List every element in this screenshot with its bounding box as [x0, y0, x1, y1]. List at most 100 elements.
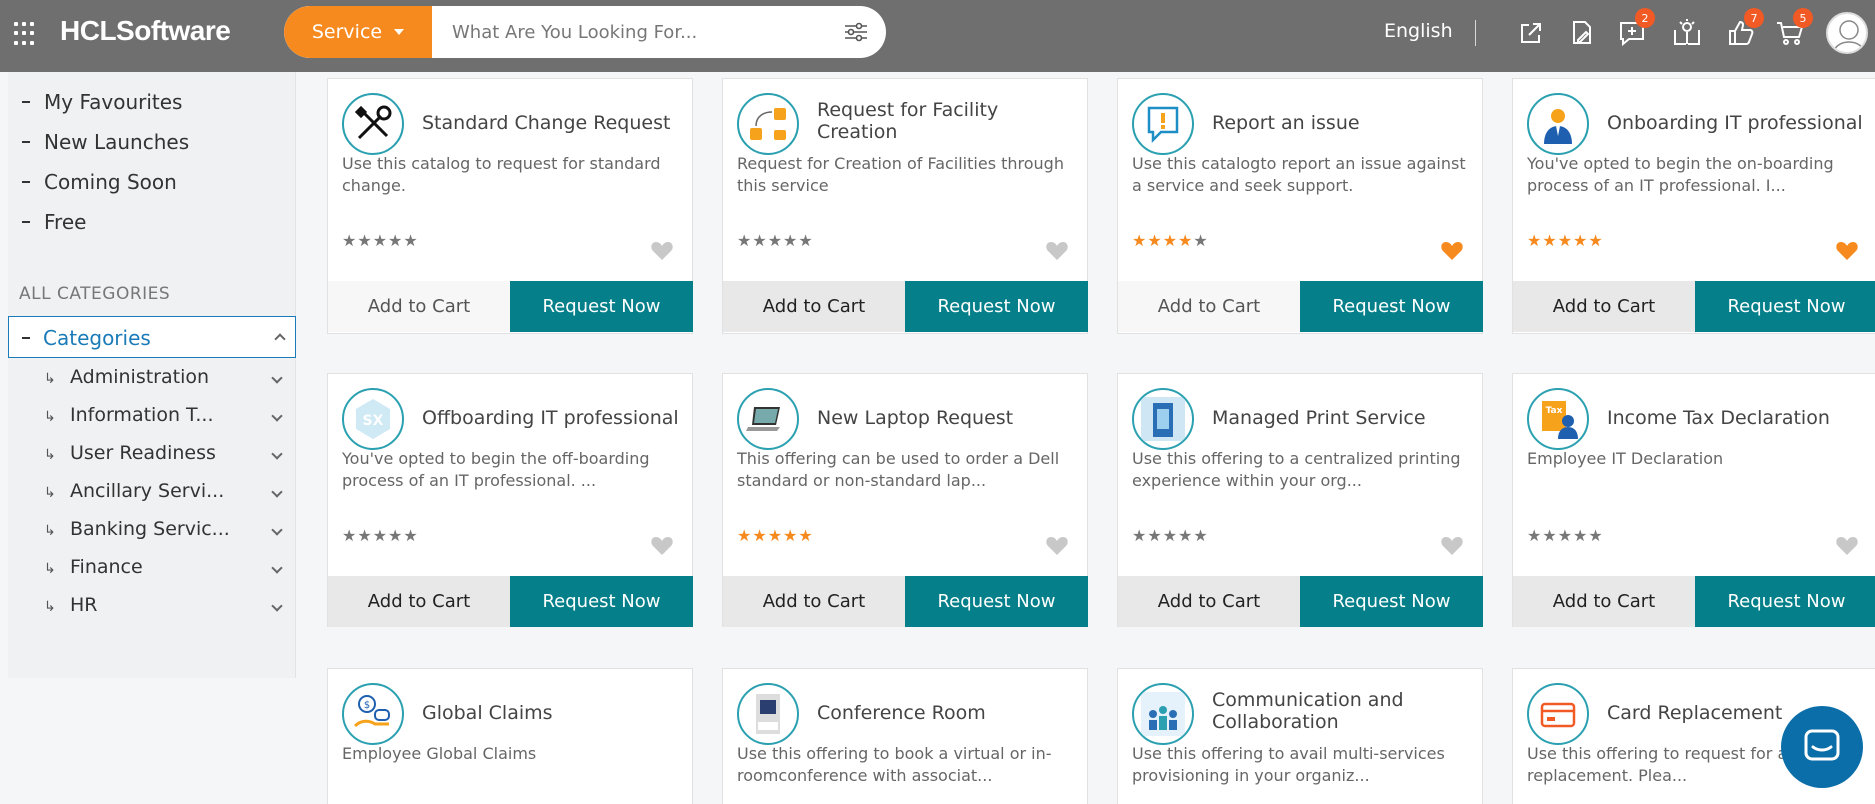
new-request-button[interactable]: 2: [1617, 8, 1655, 48]
rating-stars[interactable]: ★★★★★: [1132, 231, 1209, 250]
favourite-heart-icon[interactable]: [1835, 239, 1859, 261]
card-title[interactable]: Offboarding IT professional: [422, 407, 682, 429]
catalog-card[interactable]: $ Global Claims Employee Global Claims: [327, 668, 693, 804]
favourite-heart-icon[interactable]: [1440, 239, 1464, 261]
idea-book-icon[interactable]: [1672, 18, 1702, 48]
category-user-readiness[interactable]: ↳ User Readiness: [44, 442, 216, 464]
add-to-cart-button[interactable]: Add to Cart: [1513, 281, 1695, 332]
print-icon: [1132, 388, 1194, 450]
request-now-button[interactable]: Request Now: [1300, 281, 1483, 332]
catalog-card[interactable]: Standard Change Request Use this catalog…: [327, 78, 693, 334]
card-title[interactable]: Standard Change Request: [422, 112, 682, 134]
favourite-heart-icon[interactable]: [1045, 534, 1069, 556]
request-now-button[interactable]: Request Now: [905, 281, 1088, 332]
rating-stars[interactable]: ★★★★★: [1132, 526, 1209, 545]
logo[interactable]: HCLSoftware: [60, 15, 231, 47]
all-categories-heading: ALL CATEGORIES: [19, 284, 171, 304]
user-avatar[interactable]: [1826, 12, 1868, 54]
top-bar: HCLSoftware Service English 2 7: [0, 0, 1875, 72]
dash-icon: [22, 337, 30, 339]
sidebar-link-free[interactable]: Free: [22, 210, 86, 234]
chevron-down-icon[interactable]: [271, 486, 283, 498]
add-to-cart-button[interactable]: Add to Cart: [1118, 281, 1300, 332]
request-now-button[interactable]: Request Now: [1695, 576, 1875, 627]
catalog-card[interactable]: Communication and Collaboration Use this…: [1117, 668, 1483, 804]
sidebar-link-favourites[interactable]: My Favourites: [22, 90, 182, 114]
external-link-icon[interactable]: [1516, 18, 1546, 48]
add-to-cart-button[interactable]: Add to Cart: [1513, 576, 1695, 627]
cart-button[interactable]: 5: [1775, 8, 1813, 48]
sidebar-link-coming-soon[interactable]: Coming Soon: [22, 170, 177, 194]
catalog-card[interactable]: Conference Room Use this offering to boo…: [722, 668, 1088, 804]
catalog-card[interactable]: Request for Facility Creation Request fo…: [722, 78, 1088, 334]
sub-arrow-icon: ↳: [44, 561, 56, 577]
card-title[interactable]: Conference Room: [817, 702, 1077, 724]
sidebar: My Favourites New Launches Coming Soon F…: [8, 72, 296, 678]
chevron-down-icon[interactable]: [271, 372, 283, 384]
tax-icon: Tax: [1527, 388, 1589, 450]
search-bar: Service: [284, 6, 886, 58]
category-ancillary-services[interactable]: ↳ Ancillary Servi...: [44, 480, 224, 502]
add-to-cart-button[interactable]: Add to Cart: [328, 281, 510, 332]
chat-button[interactable]: [1781, 706, 1863, 788]
card-title[interactable]: Request for Facility Creation: [817, 99, 1077, 143]
favourite-heart-icon[interactable]: [1835, 534, 1859, 556]
rating-stars[interactable]: ★★★★★: [342, 231, 419, 250]
rating-stars[interactable]: ★★★★★: [1527, 526, 1604, 545]
chevron-down-icon[interactable]: [271, 410, 283, 422]
card-description: You've opted to begin the off-boarding p…: [342, 449, 650, 490]
categories-label: Categories: [43, 326, 151, 350]
catalog-card[interactable]: New Laptop Request This offering can be …: [722, 373, 1088, 627]
add-to-cart-button[interactable]: Add to Cart: [723, 281, 905, 332]
add-to-cart-button[interactable]: Add to Cart: [328, 576, 510, 627]
category-banking-services[interactable]: ↳ Banking Servic...: [44, 518, 230, 540]
category-information-technology[interactable]: ↳ Information T...: [44, 404, 214, 426]
catalog-card[interactable]: Onboarding IT professional You've opted …: [1512, 78, 1875, 334]
card-title[interactable]: New Laptop Request: [817, 407, 1077, 429]
catalog-card[interactable]: Managed Print Service Use this offering …: [1117, 373, 1483, 627]
filter-icon[interactable]: [844, 22, 868, 42]
category-finance[interactable]: ↳ Finance: [44, 556, 143, 578]
service-dropdown[interactable]: Service: [284, 6, 432, 58]
sidebar-link-new-launches[interactable]: New Launches: [22, 130, 189, 154]
favourite-heart-icon[interactable]: [1440, 534, 1464, 556]
chevron-down-icon[interactable]: [271, 524, 283, 536]
search-input[interactable]: [452, 19, 822, 45]
request-now-button[interactable]: Request Now: [1300, 576, 1483, 627]
favourite-heart-icon[interactable]: [650, 534, 674, 556]
request-now-button[interactable]: Request Now: [1695, 281, 1875, 332]
card-title[interactable]: Income Tax Declaration: [1607, 407, 1867, 429]
app-grid-icon[interactable]: [14, 22, 38, 46]
request-now-button[interactable]: Request Now: [905, 576, 1088, 627]
rating-stars[interactable]: ★★★★★: [737, 231, 814, 250]
chevron-down-icon[interactable]: [271, 562, 283, 574]
favourite-heart-icon[interactable]: [1045, 239, 1069, 261]
add-to-cart-button[interactable]: Add to Cart: [723, 576, 905, 627]
card-title[interactable]: Managed Print Service: [1212, 407, 1472, 429]
card-title[interactable]: Communication and Collaboration: [1212, 689, 1472, 733]
request-now-button[interactable]: Request Now: [510, 281, 693, 332]
chevron-up-icon: [274, 333, 286, 345]
add-to-cart-button[interactable]: Add to Cart: [1118, 576, 1300, 627]
categories-toggle[interactable]: Categories: [8, 316, 296, 358]
category-hr[interactable]: ↳ HR: [44, 594, 98, 616]
rating-stars[interactable]: ★★★★★: [737, 526, 814, 545]
rating-stars[interactable]: ★★★★★: [342, 526, 419, 545]
language-selector[interactable]: English: [1384, 20, 1453, 42]
chevron-down-icon[interactable]: [271, 600, 283, 612]
catalog-card[interactable]: SX Offboarding IT professional You've op…: [327, 373, 693, 627]
catalog-card[interactable]: Tax Income Tax Declaration Employee IT D…: [1512, 373, 1875, 627]
likes-button[interactable]: 7: [1726, 8, 1764, 48]
category-label: Finance: [70, 556, 143, 578]
card-title[interactable]: Onboarding IT professional: [1607, 112, 1867, 134]
rating-stars[interactable]: ★★★★★: [1527, 231, 1604, 250]
sub-arrow-icon: ↳: [44, 409, 56, 425]
request-now-button[interactable]: Request Now: [510, 576, 693, 627]
card-title[interactable]: Global Claims: [422, 702, 682, 724]
chevron-down-icon[interactable]: [271, 448, 283, 460]
category-administration[interactable]: ↳ Administration: [44, 366, 209, 388]
catalog-card[interactable]: Report an issue Use this catalogto repor…: [1117, 78, 1483, 334]
edit-document-icon[interactable]: [1566, 18, 1596, 48]
favourite-heart-icon[interactable]: [650, 239, 674, 261]
card-title[interactable]: Report an issue: [1212, 112, 1472, 134]
